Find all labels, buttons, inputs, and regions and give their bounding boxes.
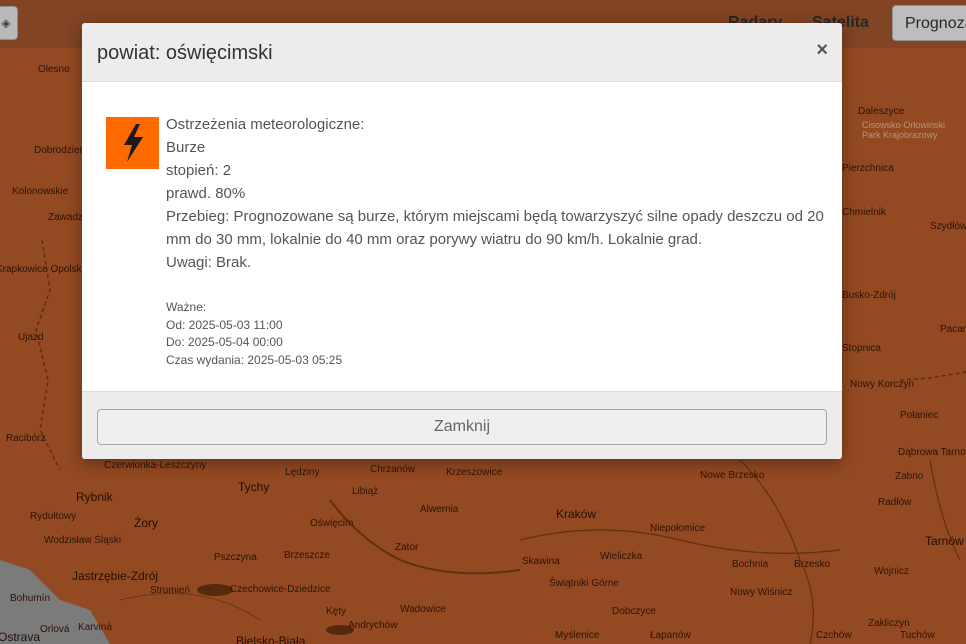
- warning-dialog: powiat: oświęcimski × Ostrzeżenia meteor…: [82, 23, 842, 459]
- warning-description: Przebieg: Prognozowane są burze, którym …: [166, 208, 824, 248]
- dialog-footer: Zamknij: [82, 391, 842, 459]
- dialog-title: powiat: oświęcimski: [97, 42, 273, 64]
- validity-heading: Ważne:: [166, 300, 207, 314]
- warning-type: Burze: [166, 139, 206, 156]
- validity-info: Ważne: Od: 2025-05-03 11:00 Do: 2025-05-…: [166, 299, 342, 369]
- dialog-header: powiat: oświęcimski ×: [82, 23, 842, 82]
- close-button[interactable]: ×: [816, 39, 828, 62]
- valid-from: Od: 2025-05-03 11:00: [166, 317, 283, 332]
- warning-probability: prawd. 80%: [166, 185, 246, 202]
- dismiss-button[interactable]: Zamknij: [97, 409, 827, 445]
- warning-details: Ostrzeżenia meteorologiczne: Burze stopi…: [166, 113, 826, 274]
- valid-to: Do: 2025-05-04 00:00: [166, 335, 283, 349]
- issue-time: Czas wydania: 2025-05-03 05:25: [166, 352, 343, 367]
- warning-level: stopień: 2: [166, 162, 232, 179]
- dialog-body: Ostrzeżenia meteorologiczne: Burze stopi…: [82, 82, 842, 391]
- warning-heading: Ostrzeżenia meteorologiczne:: [166, 116, 365, 133]
- lightning-warning-icon: [106, 117, 159, 169]
- warning-notes: Uwagi: Brak.: [166, 254, 252, 271]
